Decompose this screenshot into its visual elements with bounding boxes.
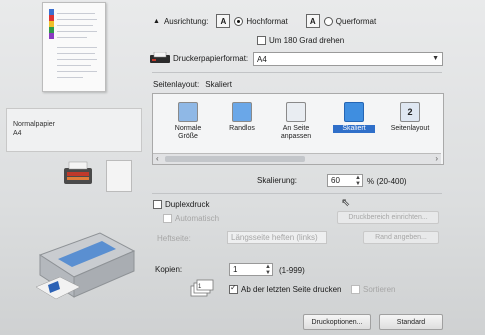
page-layout-2-icon: 2	[400, 102, 420, 122]
copies-row: Kopien:	[155, 265, 182, 274]
scaling-row: Skalierung:	[257, 176, 297, 185]
print-options-button[interactable]: Druckoptionen...	[303, 314, 371, 330]
color-strip-icon	[49, 9, 54, 39]
scaling-spinner[interactable]: 60 ▲ ▼	[327, 174, 363, 187]
spin-updown-icon[interactable]: ▲ ▼	[355, 175, 361, 187]
duplex-auto-row: Automatisch	[163, 214, 219, 223]
page-layout-list: Normale Größe Randlos An Seite anpassen …	[152, 93, 444, 165]
duplex-row: Duplexdruck	[153, 200, 209, 209]
default-button[interactable]: Standard	[379, 314, 443, 330]
normal-size-icon	[178, 102, 198, 122]
duplex-checkbox[interactable]	[153, 200, 162, 209]
media-size: A4	[13, 130, 22, 137]
portrait-label: Hochformat	[246, 16, 288, 26]
duplex-auto-label: Automatisch	[175, 214, 220, 223]
layout-fit-to-page[interactable]: An Seite anpassen	[275, 102, 317, 141]
collate-checkbox[interactable]	[351, 285, 360, 294]
print-area-button[interactable]: Druckbereich einrichten...	[337, 211, 439, 224]
layout-page-layout[interactable]: 2 Seitenlayout	[389, 102, 431, 133]
scaled-icon	[344, 102, 364, 122]
layout-borderless[interactable]: Randlos	[221, 102, 263, 133]
reverse-order-row: Ab der letzten Seite drucken	[229, 283, 342, 294]
rotate180-label: Um 180 Grad drehen	[269, 36, 345, 45]
borderless-icon	[232, 102, 252, 122]
page-preview	[42, 2, 106, 92]
chevron-down-icon: ▼	[432, 55, 439, 62]
mouse-cursor-icon: ⇖	[341, 197, 351, 209]
landscape-a-icon: A	[305, 14, 320, 28]
reverse-order-label: Ab der letzten Seite drucken	[241, 285, 342, 294]
layout-scrollbar[interactable]: ‹ ›	[153, 153, 441, 164]
reverse-order-checkbox[interactable]	[229, 283, 238, 294]
scaling-label: Skalierung:	[257, 176, 298, 185]
fit-to-page-icon	[286, 102, 306, 122]
staple-label: Heftseite:	[157, 234, 191, 243]
collate-row: Sortieren	[351, 285, 395, 294]
scaling-unit: % (20-400)	[367, 177, 407, 186]
portrait-a-icon: A	[216, 14, 231, 28]
duplex-label: Duplexdruck	[165, 200, 210, 209]
orientation-label: Ausrichtung:	[163, 16, 209, 26]
staple-row: Heftseite:	[157, 234, 191, 243]
paper-sheet-icon[interactable]	[106, 160, 132, 192]
layout-scaled[interactable]: Skaliert	[333, 102, 375, 133]
rotate-row: Um 180 Grad drehen	[257, 36, 344, 45]
copies-label: Kopien:	[155, 265, 183, 274]
divider	[152, 72, 442, 73]
page-layout-label: Seitenlayout:	[153, 80, 200, 89]
duplex-auto-checkbox[interactable]	[163, 214, 172, 223]
copies-spinner[interactable]: 1 ▲ ▼	[229, 263, 273, 276]
copies-stack-icon: 1	[189, 276, 215, 298]
printer-small-icon[interactable]	[62, 160, 94, 190]
paper-size-value: A4	[257, 54, 267, 64]
orientation-arrow-icon: ▲	[153, 17, 160, 25]
paper-size-select[interactable]: A4 ▼	[253, 52, 443, 66]
scroll-right-icon[interactable]: ›	[435, 154, 438, 163]
settings-panel: ▲ Ausrichtung: A Hochformat A Querformat…	[145, 0, 485, 335]
landscape-radio[interactable]	[323, 16, 333, 26]
copies-updown-icon[interactable]: ▲ ▼	[265, 264, 271, 276]
landscape-label: Querformat	[335, 16, 377, 26]
paper-size-label: Druckerpapierformat:	[173, 53, 249, 63]
scroll-left-icon[interactable]: ‹	[156, 154, 159, 163]
printer-illustration-icon	[30, 215, 138, 305]
printer-paper-icon	[149, 51, 171, 64]
collate-label: Sortieren	[363, 285, 396, 294]
layout-normal[interactable]: Normale Größe	[167, 102, 209, 141]
paper-size-row: Druckerpapierformat:	[149, 51, 249, 64]
portrait-radio[interactable]	[234, 16, 244, 26]
copies-range: (1-999)	[279, 266, 305, 275]
page-layout-row: Seitenlayout: Skaliert	[153, 80, 232, 89]
page-layout-value: Skaliert	[205, 80, 232, 89]
printer-dialog: Normalpapier A4 ▲ Ausrichtung: A Hochfor…	[0, 0, 485, 335]
staple-select[interactable]: Längsseite heften (links)	[227, 231, 327, 244]
divider	[152, 193, 442, 194]
media-type: Normalpapier	[13, 121, 56, 128]
scrollbar-thumb[interactable]	[165, 156, 305, 162]
orientation-row: ▲ Ausrichtung: A Hochformat A Querformat	[153, 14, 376, 28]
rotate180-checkbox[interactable]	[257, 36, 266, 45]
margin-button[interactable]: Rand angeben...	[363, 231, 439, 244]
scaling-value: 60	[331, 176, 340, 185]
copies-value: 1	[233, 265, 238, 274]
preview-column: Normalpapier A4	[0, 0, 145, 335]
media-info-box: Normalpapier A4	[6, 108, 142, 152]
staple-value: Längsseite heften (links)	[231, 233, 318, 242]
